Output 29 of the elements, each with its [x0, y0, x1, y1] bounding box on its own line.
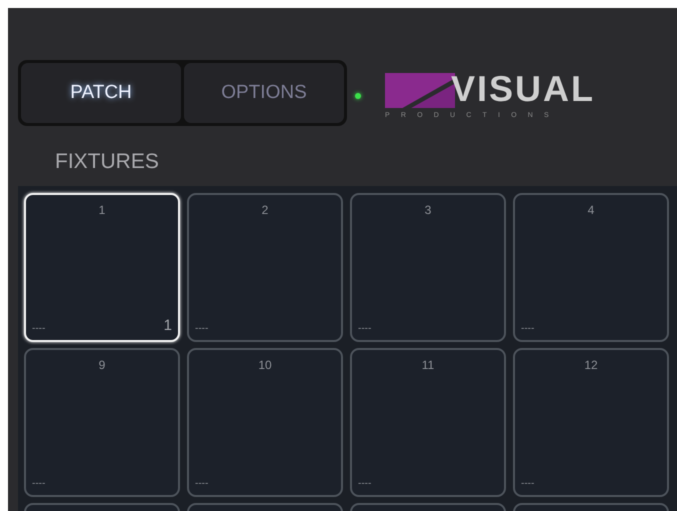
- fixture-number: 11: [420, 358, 436, 372]
- fixture-tile[interactable]: 3 ----: [350, 193, 506, 342]
- fixture-tile[interactable]: 1 ---- 1: [24, 193, 180, 342]
- fixture-tile[interactable]: 4 ----: [513, 193, 669, 342]
- fixture-tile[interactable]: 10 ----: [187, 348, 343, 497]
- fixture-label: ----: [521, 323, 534, 334]
- fixture-label: ----: [195, 478, 208, 489]
- fixture-number: 3: [424, 203, 432, 217]
- fixture-label: ----: [358, 478, 372, 489]
- fixture-tile[interactable]: 9 ----: [24, 348, 180, 497]
- logo-name: VISUAL: [451, 71, 596, 107]
- fixture-number: 1: [98, 203, 106, 217]
- tab[interactable]: PATCH: [21, 63, 181, 123]
- fixture-label: ----: [521, 478, 534, 489]
- fixture-number: 9: [98, 358, 106, 372]
- fixture-number: 10: [257, 358, 273, 372]
- fixture-number: 12: [583, 358, 599, 372]
- tab[interactable]: OPTIONS: [184, 63, 344, 123]
- fixture-number: 4: [586, 203, 596, 217]
- fixture-number: 2: [260, 203, 270, 217]
- fixture-label: ----: [32, 323, 46, 334]
- fixture-address: 1: [164, 317, 172, 334]
- fixture-tile[interactable]: 11 ----: [350, 348, 506, 497]
- fixture-tile[interactable]: 2 ----: [187, 193, 343, 342]
- fixture-tile[interactable]: 12 ----: [513, 348, 669, 497]
- fixture-label: ----: [358, 323, 372, 334]
- section-title: FIXTURES: [55, 150, 160, 175]
- fixture-label: ----: [32, 478, 46, 489]
- fixture-label: ----: [195, 323, 208, 334]
